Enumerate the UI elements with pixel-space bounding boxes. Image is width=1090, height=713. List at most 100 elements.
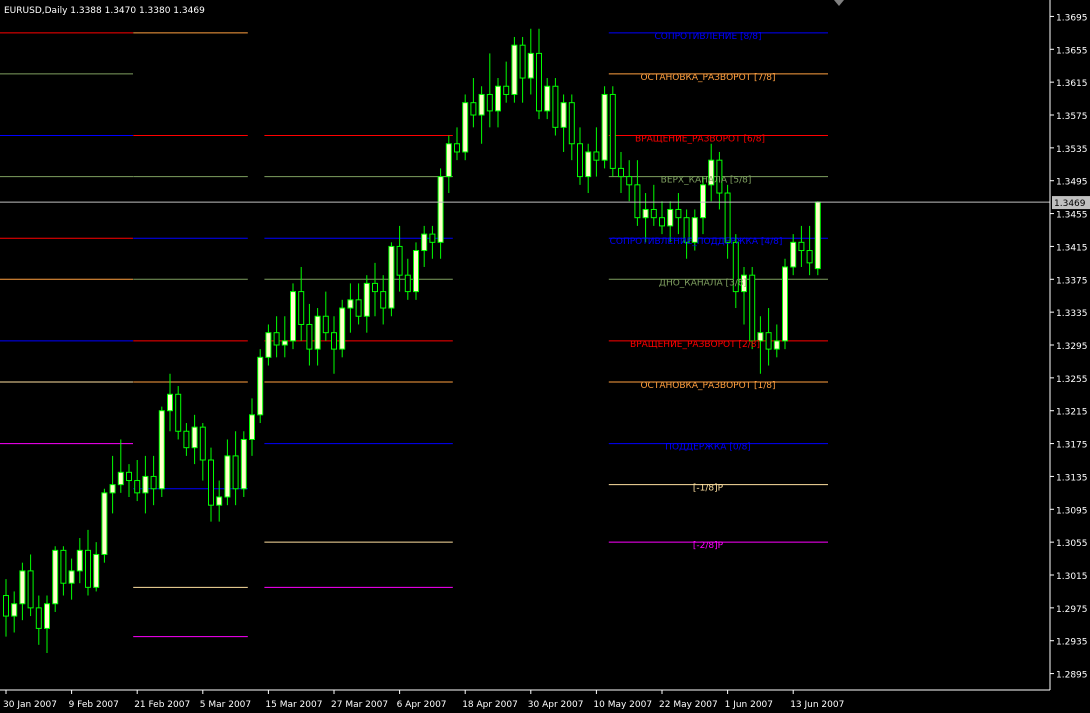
candle-body xyxy=(724,192,731,243)
y-tick-label: 1.3255 xyxy=(1056,375,1088,385)
level-label: ВЕРХ_КАНАЛА [5/8] xyxy=(661,176,752,186)
candle-body xyxy=(257,356,264,416)
candle-body xyxy=(585,151,592,178)
candle-body xyxy=(306,323,313,350)
level-label: ВРАЩЕНИЕ_РАЗВОРОТ [2/8] xyxy=(630,340,760,350)
y-tick-label: 1.3495 xyxy=(1056,178,1088,188)
candle-body xyxy=(552,85,559,128)
y-tick-label: 1.3295 xyxy=(1056,342,1088,352)
candle-body xyxy=(765,332,772,350)
candle-body xyxy=(19,570,26,605)
y-axis-ticks: 1.3695 1.3655 1.3615 1.3575 1.3535 1.3495 1.34… xyxy=(1050,13,1088,681)
candle-body xyxy=(814,201,821,270)
candle-body xyxy=(249,414,255,440)
y-tick-label: 1.2975 xyxy=(1056,605,1088,615)
candle-body xyxy=(560,102,567,128)
candle-body xyxy=(347,299,354,309)
candle-body xyxy=(495,85,501,112)
candle-body xyxy=(667,208,674,227)
y-tick-label: 1.2935 xyxy=(1056,638,1088,648)
candle-body xyxy=(175,393,182,432)
candle-body xyxy=(404,274,411,293)
x-tick-label: 27 Mar 2007 xyxy=(331,700,388,710)
level-label: [-2/8]P xyxy=(693,541,724,551)
candle-body xyxy=(232,455,239,490)
candle-body xyxy=(806,250,813,264)
y-tick-label: 1.3415 xyxy=(1056,243,1088,253)
candle-body xyxy=(355,299,362,317)
candle-body xyxy=(150,475,157,490)
x-tick-label: 9 Feb 2007 xyxy=(69,700,119,710)
level-label: ПОДДЕРЖКА [0/8] xyxy=(665,443,751,453)
y-tick-label: 1.3695 xyxy=(1056,13,1088,23)
candle-body xyxy=(101,492,108,555)
candle-body xyxy=(208,459,214,506)
x-tick-label: 1 Jun 2007 xyxy=(725,700,773,710)
x-tick-label: 6 Apr 2007 xyxy=(397,700,447,710)
candle-body xyxy=(642,208,649,219)
candle-body xyxy=(363,282,370,317)
candle-body xyxy=(126,471,132,482)
candle-body xyxy=(388,245,395,309)
x-tick-label: 30 Apr 2007 xyxy=(528,700,584,710)
candle-body xyxy=(134,480,141,494)
candle-body xyxy=(191,426,198,449)
x-tick-label: 10 May 2007 xyxy=(593,700,652,710)
candle-body xyxy=(117,471,124,486)
candle-body xyxy=(519,44,526,79)
candle-body xyxy=(798,241,805,252)
candle-body xyxy=(44,603,50,629)
candle-body xyxy=(527,52,534,79)
candle-body xyxy=(511,44,518,95)
price-chart[interactable]: СОПРОТИВЛЕНИЕ [8/8] ОСТАНОВКА_РАЗВОРОТ [7… xyxy=(0,0,1090,713)
y-tick-label: 1.3655 xyxy=(1056,46,1088,56)
y-tick-label: 1.3375 xyxy=(1056,276,1088,286)
candle-body xyxy=(273,332,280,346)
candle-body xyxy=(396,245,403,276)
level-label: ВРАЩЕНИЕ_РАЗВОРОТ [6/8] xyxy=(635,135,765,145)
candle-body xyxy=(700,184,706,219)
y-tick-label: 1.2895 xyxy=(1056,671,1088,681)
candle-body xyxy=(27,570,34,609)
y-tick-label: 1.3615 xyxy=(1056,79,1088,89)
candle-body xyxy=(167,393,173,412)
candle-body xyxy=(429,233,436,243)
candle-body xyxy=(650,208,657,219)
x-tick-label: 30 Jan 2007 xyxy=(3,700,57,710)
candle-body xyxy=(544,85,551,112)
candle-body xyxy=(675,208,682,219)
y-tick-label: 1.3575 xyxy=(1056,112,1088,122)
candle-body xyxy=(11,603,18,617)
candle-body xyxy=(577,143,583,178)
candle-body xyxy=(486,93,493,112)
candle-body xyxy=(659,217,665,227)
current-price-value: 1.3469 xyxy=(1054,199,1086,209)
candle-body xyxy=(421,233,428,252)
candle-body xyxy=(634,184,641,219)
current-price-tag: 1.3469 xyxy=(1052,196,1090,210)
candle-body xyxy=(782,266,788,342)
candle-body xyxy=(372,282,378,293)
candle-body xyxy=(85,549,91,588)
candle-body xyxy=(281,340,288,346)
candle-body xyxy=(224,455,231,498)
symbol-info: EURUSD,Daily 1.3388 1.3470 1.3380 1.3469 xyxy=(4,6,205,16)
candle-body xyxy=(158,410,165,490)
candle-body xyxy=(290,291,296,342)
candle-body xyxy=(601,93,608,161)
candle-body xyxy=(749,274,756,342)
level-label: ДНО_КАНАЛА [3/8] xyxy=(659,278,747,288)
y-tick-label: 1.3535 xyxy=(1056,145,1088,155)
y-tick-label: 1.3175 xyxy=(1056,441,1088,451)
candle-body xyxy=(265,332,272,358)
candle-body xyxy=(773,340,780,350)
candle-body xyxy=(331,332,337,350)
candle-body xyxy=(68,570,75,584)
candle-body xyxy=(322,315,329,334)
x-tick-label: 5 Mar 2007 xyxy=(200,700,251,710)
y-tick-label: 1.3215 xyxy=(1056,408,1088,418)
candle-body xyxy=(314,315,321,350)
candle-body xyxy=(478,93,485,116)
x-tick-label: 22 May 2007 xyxy=(659,700,718,710)
candle-body xyxy=(462,102,469,153)
